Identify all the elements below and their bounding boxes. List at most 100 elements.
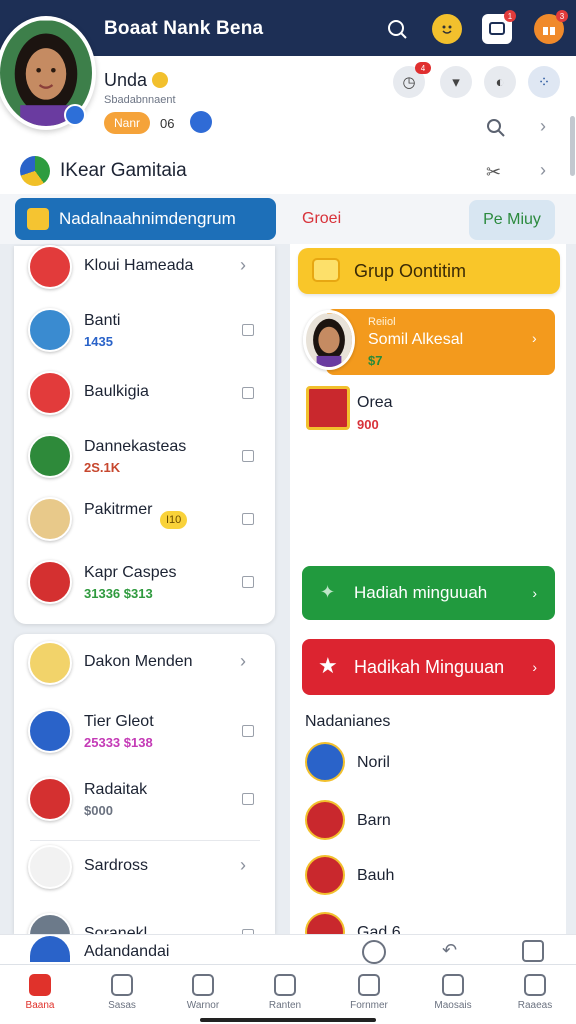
filter-icon[interactable]: ▾ — [440, 66, 472, 98]
list-item[interactable]: Kapr Caspes 31336 $313 — [26, 560, 262, 610]
divider — [30, 840, 260, 841]
list-item[interactable]: Dannekasteas 2S.1K — [26, 434, 262, 484]
maosais-icon — [442, 973, 464, 996]
list-item-checkbox[interactable] — [242, 725, 254, 737]
list-item-avatar — [28, 641, 72, 685]
home-icon — [29, 973, 51, 996]
chat-icon[interactable]: 1 — [482, 10, 516, 44]
list-item[interactable]: Tier Gleot 25333 $138 — [26, 709, 262, 759]
timer-icon[interactable]: ◷ 4 — [393, 62, 431, 98]
chevron-right-icon[interactable]: › — [540, 116, 546, 137]
status-pill[interactable]: Nanr — [104, 112, 150, 134]
list-item-avatar — [28, 308, 72, 352]
sasas-icon — [111, 973, 133, 996]
tab-groei[interactable]: Groei — [302, 210, 341, 228]
profile-level: 06 — [160, 116, 175, 131]
list-item-avatar — [28, 434, 72, 478]
nav-item[interactable]: Fornmer — [337, 966, 401, 1018]
list-item-sub: 1435 — [84, 334, 113, 349]
chevron-right-icon[interactable]: › — [532, 330, 537, 346]
chevron-right-icon: › — [532, 585, 537, 601]
chevron-right-icon[interactable]: › — [240, 255, 246, 276]
list-item-sub: 31336 $313 — [84, 586, 153, 601]
list-item-avatar — [28, 560, 72, 604]
ranking-name[interactable]: Noril — [357, 754, 390, 772]
gift-badge: 3 — [556, 10, 568, 22]
list-item-name: Radaitak — [84, 781, 148, 798]
ranking-avatar — [305, 742, 345, 782]
list-item-name: Kloui Hameada — [84, 257, 194, 274]
warnor-icon — [192, 973, 214, 996]
gift-icon[interactable]: 3 — [534, 10, 568, 44]
nav-item[interactable]: Ranten — [253, 966, 317, 1018]
search-icon[interactable] — [382, 14, 412, 44]
notification-badge: 4 — [415, 62, 431, 74]
location-pin-icon[interactable] — [190, 111, 212, 133]
list-item-checkbox[interactable] — [242, 324, 254, 336]
fornmer-icon — [358, 973, 380, 996]
list-item-checkbox[interactable] — [242, 450, 254, 462]
group-action-card[interactable]: Grup Oontitim — [298, 248, 560, 294]
list-item-checkbox[interactable] — [242, 576, 254, 588]
gift-box-icon — [306, 386, 350, 430]
nav-item[interactable]: Baana — [8, 966, 72, 1018]
list-item[interactable]: Radaitak $000 — [26, 777, 262, 827]
weekly-gift-button[interactable]: ★ Hadikah Minguuan › — [302, 639, 555, 695]
share-icon[interactable]: ✂ — [486, 162, 501, 183]
chevron-right-icon[interactable]: › — [240, 651, 246, 672]
tab-active[interactable]: Nadalnaahnimdengrum — [15, 198, 276, 240]
nav-item[interactable]: Warnor — [171, 966, 235, 1018]
chevron-right-icon[interactable]: › — [240, 855, 246, 876]
ranking-avatar — [305, 855, 345, 895]
star-icon: ★ — [318, 653, 338, 678]
nav-item[interactable]: Maosais — [421, 966, 485, 1018]
nav-item-label: Raaeas — [517, 999, 553, 1011]
right-item-name: Orea — [357, 394, 393, 411]
nav-item-label: Warnor — [186, 999, 220, 1011]
strip-label: Adandandai — [84, 943, 170, 960]
list-item-sub: 25333 $138 — [84, 735, 153, 750]
moon-icon[interactable]: ◐ — [484, 66, 516, 98]
add-icon[interactable] — [362, 940, 386, 964]
chevron-right-icon[interactable]: › — [540, 160, 546, 181]
list-item-avatar — [28, 245, 72, 289]
search-icon[interactable] — [486, 118, 506, 143]
ranking-name[interactable]: Bauh — [357, 867, 394, 885]
list-item-name: Tier Gleot — [84, 713, 154, 730]
list-item[interactable]: Banti 1435 — [26, 308, 262, 358]
nav-item-label: Ranten — [268, 999, 302, 1011]
list-item[interactable]: Kloui Hameada › — [26, 245, 262, 295]
list-item[interactable]: Sardross › — [26, 845, 262, 895]
calendar-icon[interactable] — [522, 940, 544, 962]
list-item-name: Sardross — [84, 857, 149, 874]
nav-item[interactable]: Raaeas — [503, 966, 567, 1018]
chat-badge: 1 — [504, 10, 516, 22]
ranking-name[interactable]: Barn — [357, 812, 391, 830]
list-item-checkbox[interactable] — [242, 793, 254, 805]
list-item-name: Baulkigia — [84, 383, 149, 400]
profile-icon — [524, 973, 546, 996]
list-item-checkbox[interactable] — [242, 513, 254, 525]
emoji-icon[interactable] — [432, 14, 462, 44]
list-item[interactable]: Pakitrmer I10 — [26, 497, 262, 547]
apps-icon[interactable]: ⁘ — [528, 66, 560, 98]
scrollbar[interactable] — [570, 116, 575, 176]
group-title: IKear Gamitaia — [60, 160, 187, 181]
tab-pe-miuy[interactable]: Pe Miuy — [469, 200, 555, 240]
list-item-avatar — [28, 845, 72, 889]
bird-icon: ✦ — [320, 582, 336, 602]
weekly-reward-button[interactable]: ✦ Hadiah minguuah › — [302, 566, 555, 620]
back-icon[interactable]: ↶ — [442, 940, 457, 961]
list-item-checkbox[interactable] — [242, 387, 254, 399]
featured-name: Somil Alkesal — [368, 331, 464, 348]
group-logo-icon — [20, 156, 50, 186]
list-item-name: Banti — [84, 312, 121, 329]
list-item[interactable]: Dakon Menden › — [26, 641, 262, 691]
nav-item-label: Baana — [25, 999, 55, 1011]
section-title: Nadanianes — [305, 713, 391, 730]
list-item-sub: $000 — [84, 803, 113, 818]
list-item[interactable]: Baulkigia — [26, 371, 262, 421]
right-item-value: 900 — [357, 417, 379, 432]
list-item-name: Pakitrmer — [84, 501, 153, 518]
nav-item[interactable]: Sasas — [90, 966, 154, 1018]
